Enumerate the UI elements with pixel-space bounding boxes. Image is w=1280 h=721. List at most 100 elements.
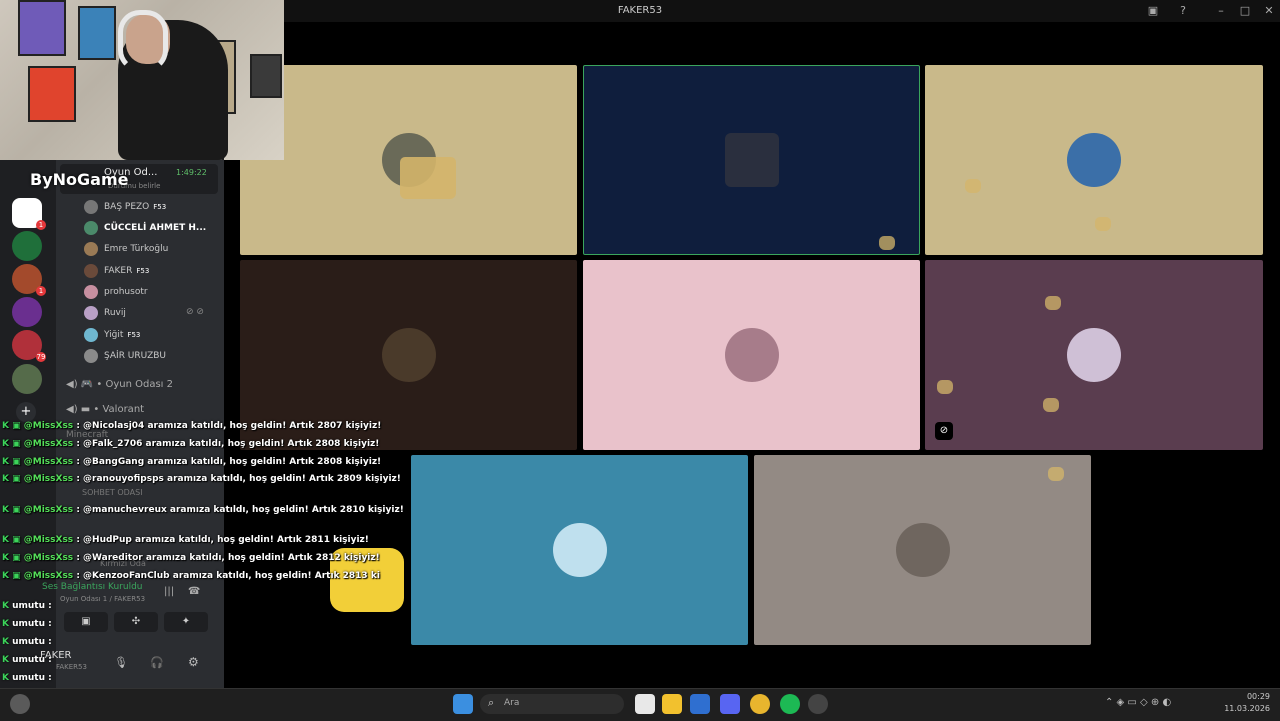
notification-badge: 79 <box>36 352 46 362</box>
overlay-logo: ByNoGame <box>30 170 129 189</box>
poster <box>78 6 116 60</box>
server-icon[interactable] <box>12 297 42 327</box>
role-tag: F53 <box>127 331 141 339</box>
disconnect-icon[interactable]: ☎ <box>188 586 200 597</box>
poster <box>250 54 282 98</box>
server-icon[interactable] <box>12 231 42 261</box>
member-item[interactable]: CÜCCELİ AHMET H... <box>84 219 206 237</box>
video-tile[interactable] <box>411 455 748 645</box>
voice-channel-item[interactable]: ◀) ▬ • Valorant <box>66 401 144 419</box>
member-item[interactable]: FAKER F53 <box>84 262 149 280</box>
avatar <box>84 199 98 214</box>
settings-icon[interactable]: ⚙ <box>188 655 199 669</box>
chat-message: K ▣ @MissXss : @ranouyofipsps aramıza ka… <box>2 474 401 484</box>
headphones <box>118 10 168 72</box>
cat-sticker <box>1095 217 1111 231</box>
member-item[interactable]: prohusotr <box>84 283 148 301</box>
chat-message: K ▣ @MissXss : @BangGang aramıza katıldı… <box>2 457 382 467</box>
store-icon[interactable] <box>690 694 710 714</box>
role-tag: F53 <box>136 267 150 275</box>
search-icon: ⌕ <box>488 696 495 709</box>
maximize-button[interactable]: □ <box>1236 2 1254 20</box>
close-button[interactable]: ✕ <box>1260 2 1278 20</box>
video-tile[interactable] <box>754 455 1091 645</box>
role-tag: F53 <box>153 203 167 211</box>
video-tile[interactable]: ⊘ <box>925 260 1263 450</box>
chat-message-umutu: K umutu : <box>2 637 52 647</box>
avatar <box>1067 133 1121 187</box>
avatar <box>84 263 98 278</box>
headphones-icon[interactable]: 🎧 <box>150 656 164 669</box>
notification-badge: 1 <box>36 220 46 230</box>
server-icon[interactable] <box>12 364 42 394</box>
microphone-icon[interactable]: 🎙 <box>114 656 128 669</box>
chat-message: K ▣ @MissXss : @Wareditor aramıza katıld… <box>2 553 380 563</box>
soundboard-icon[interactable]: ✦ <box>164 612 208 632</box>
cat-sticker <box>400 157 456 199</box>
cat-sticker <box>879 236 895 250</box>
voice-actions: ▣ ✣ ✦ <box>64 612 214 634</box>
avatar <box>1067 328 1121 382</box>
signal-icon: ||| <box>164 586 175 597</box>
member-item[interactable]: Yiğit F53 <box>84 326 140 344</box>
server-icon[interactable]: 1 <box>12 264 46 296</box>
chrome-icon[interactable] <box>750 694 770 714</box>
poster <box>28 66 76 122</box>
weather-icon[interactable] <box>10 694 30 714</box>
clock-time[interactable]: 00:29 <box>1226 692 1270 701</box>
chat-message: K ▣ @MissXss : @KenzooFanClub aramıza ka… <box>2 571 380 581</box>
search-box[interactable]: ⌕ Ara <box>480 694 624 714</box>
tray-icons[interactable]: ⌃ ◈ ▭ ◇ ⊕ ◐ <box>1105 697 1171 708</box>
avatar <box>895 523 950 577</box>
chat-message-umutu: K umutu : <box>2 673 52 683</box>
member-item[interactable]: Ruvij <box>84 304 126 322</box>
avatar <box>552 523 607 577</box>
cat-sticker <box>937 380 953 394</box>
start-button[interactable] <box>453 694 473 714</box>
muted-icon: ⊘ <box>935 422 953 440</box>
voice-channel-path: Oyun Odası 1 / FAKER53 <box>60 595 146 603</box>
obs-icon[interactable] <box>808 694 828 714</box>
screen-share-icon[interactable]: ▣ <box>64 612 108 632</box>
task-view-icon[interactable] <box>635 694 655 714</box>
minimize-button[interactable]: – <box>1212 2 1230 20</box>
cat-sticker <box>1045 296 1061 310</box>
member-item[interactable]: BAŞ PEZO F53 <box>84 198 166 216</box>
clock-date[interactable]: 11.03.2026 <box>1210 704 1270 713</box>
help-icon[interactable]: ? <box>1174 2 1192 20</box>
video-tile[interactable] <box>240 65 577 255</box>
file-explorer-icon[interactable] <box>662 694 682 714</box>
notification-badge: 1 <box>36 286 46 296</box>
avatar <box>84 305 98 320</box>
call-timer: 1:49:22 <box>176 168 207 177</box>
cat-sticker <box>1043 398 1059 412</box>
server-icon[interactable]: 79 <box>12 330 46 362</box>
chat-message: K ▣ @MissXss : @manuchevreux aramıza kat… <box>2 505 404 515</box>
discord-icon[interactable] <box>720 694 740 714</box>
spotify-icon[interactable] <box>780 694 800 714</box>
avatar <box>84 348 98 363</box>
member-item[interactable]: Emre Türkoğlu <box>84 240 168 258</box>
video-tile-speaking[interactable] <box>583 65 920 255</box>
video-tile[interactable] <box>925 65 1263 255</box>
chat-message: K ▣ @MissXss : @Falk_2706 aramıza katıld… <box>2 439 380 449</box>
inbox-icon[interactable]: ▣ <box>1144 2 1162 20</box>
category-header[interactable]: SOHBET ODASI <box>82 488 143 497</box>
avatar <box>724 328 779 382</box>
avatar <box>724 133 779 187</box>
activities-icon[interactable]: ✣ <box>114 612 158 632</box>
avatar <box>381 328 436 382</box>
voice-channel-item[interactable]: ◀) 🎮 • Oyun Odası 2 <box>66 376 173 394</box>
poster <box>18 0 66 56</box>
chat-message-umutu: K umutu : <box>2 601 52 611</box>
avatar <box>84 220 98 235</box>
member-item[interactable]: ŞAİR URUZBU <box>84 347 166 365</box>
video-tile[interactable] <box>583 260 920 450</box>
chat-message-umutu: K umutu : <box>2 619 52 629</box>
user-tag: FAKER53 <box>56 663 87 671</box>
muted-icon: ⊘ ⊘ <box>186 307 204 317</box>
cat-sticker <box>1048 467 1064 481</box>
speaker-icon: ◀) <box>66 404 78 415</box>
server-icon[interactable]: 1 <box>12 198 46 230</box>
cat-sticker <box>965 179 981 193</box>
